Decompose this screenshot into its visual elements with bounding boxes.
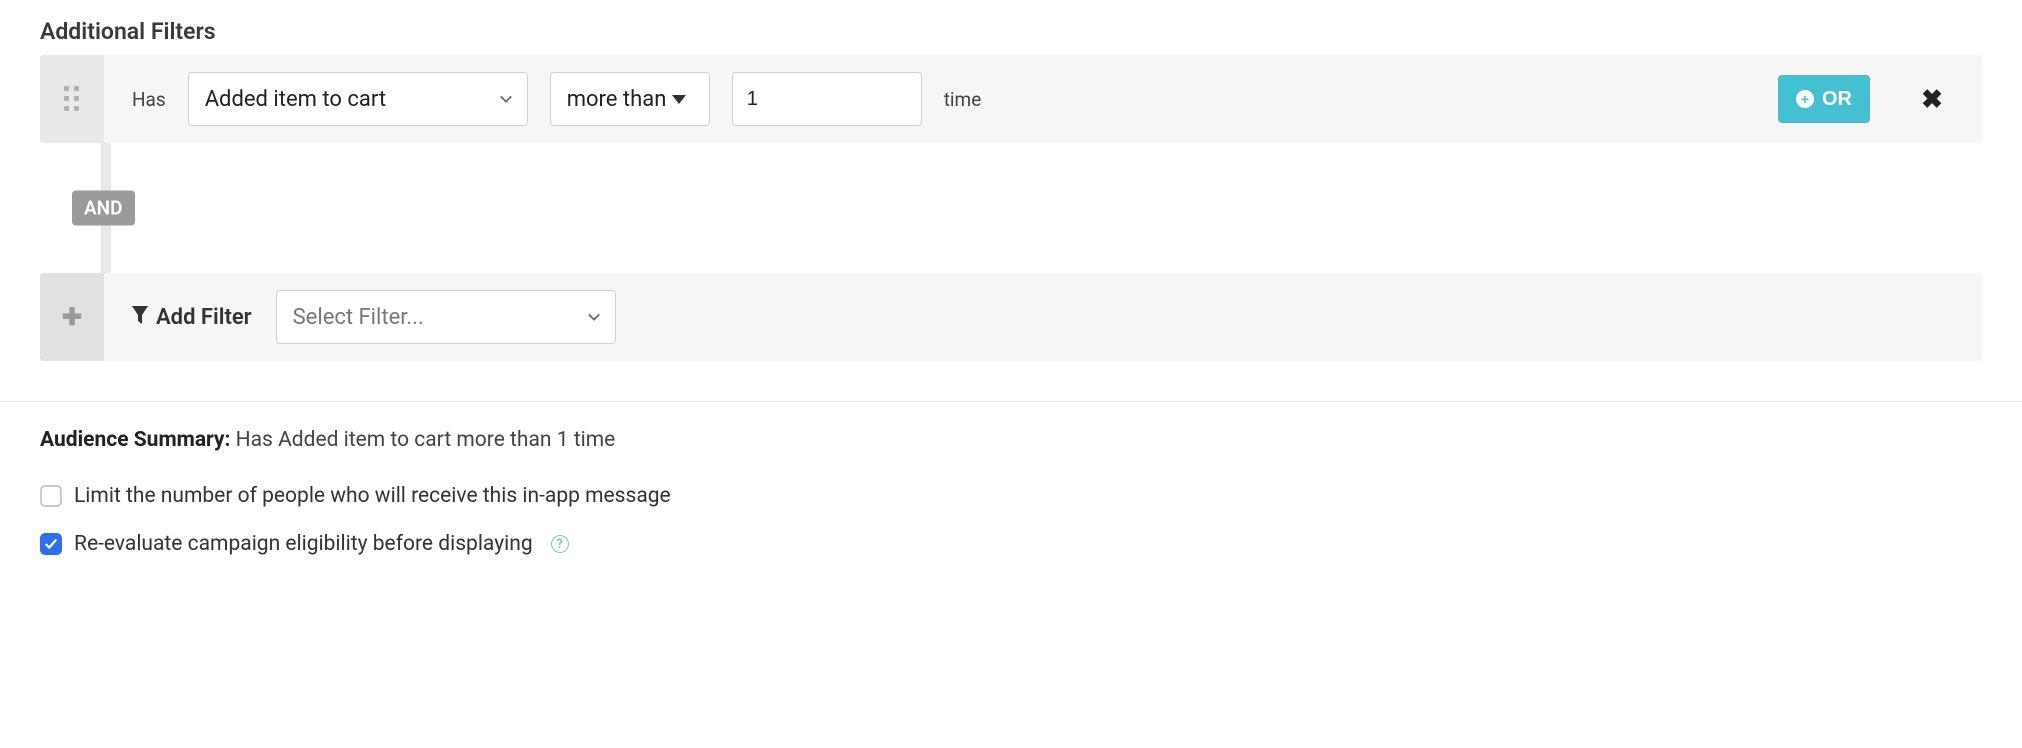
drag-dots-icon — [64, 86, 80, 112]
filter-row-body: Has Added item to cart more than time + … — [104, 55, 1982, 143]
unit-label: time — [944, 88, 982, 111]
chevron-down-icon — [587, 310, 601, 324]
connector: AND — [40, 143, 1982, 273]
plus-icon: ✚ — [62, 303, 82, 331]
help-icon[interactable]: ? — [551, 535, 569, 553]
add-filter-plus-button[interactable]: ✚ — [40, 273, 104, 361]
event-select[interactable]: Added item to cart — [188, 72, 528, 126]
remove-filter-button[interactable]: ✖ — [1912, 79, 1952, 119]
count-input[interactable] — [732, 72, 922, 126]
audience-summary-label: Audience Summary: — [40, 428, 230, 452]
close-icon: ✖ — [1921, 84, 1943, 115]
audience-summary: Audience Summary: Has Added item to cart… — [40, 428, 1982, 452]
add-filter-label: Add Filter — [132, 305, 252, 330]
event-select-value: Added item to cart — [205, 87, 386, 112]
add-filter-row: ✚ Add Filter Select Filter... — [40, 273, 1982, 361]
select-filter-placeholder: Select Filter... — [293, 305, 424, 330]
add-filter-text: Add Filter — [156, 305, 252, 330]
reevaluate-checkbox[interactable] — [40, 533, 62, 555]
has-label: Has — [132, 88, 166, 111]
filter-row: Has Added item to cart more than time + … — [40, 55, 1982, 143]
funnel-icon — [132, 305, 148, 330]
audience-summary-text: Has Added item to cart more than 1 time — [236, 428, 616, 452]
and-chip: AND — [72, 191, 135, 226]
select-filter-dropdown[interactable]: Select Filter... — [276, 290, 616, 344]
section-title: Additional Filters — [40, 18, 1982, 45]
reevaluate-checkbox-row: Re-evaluate campaign eligibility before … — [40, 532, 1982, 556]
caret-down-icon — [672, 95, 686, 104]
comparator-select-value: more than — [567, 87, 667, 112]
divider — [0, 401, 2022, 402]
or-button-label: OR — [1822, 88, 1852, 111]
limit-checkbox[interactable] — [40, 485, 62, 507]
chevron-down-icon — [499, 92, 513, 106]
limit-checkbox-row: Limit the number of people who will rece… — [40, 484, 1982, 508]
or-button[interactable]: + OR — [1778, 75, 1870, 123]
plus-circle-icon: + — [1796, 90, 1814, 108]
drag-handle[interactable] — [40, 55, 104, 143]
comparator-select[interactable]: more than — [550, 72, 710, 126]
limit-checkbox-label: Limit the number of people who will rece… — [74, 484, 671, 508]
reevaluate-checkbox-label: Re-evaluate campaign eligibility before … — [74, 532, 533, 556]
